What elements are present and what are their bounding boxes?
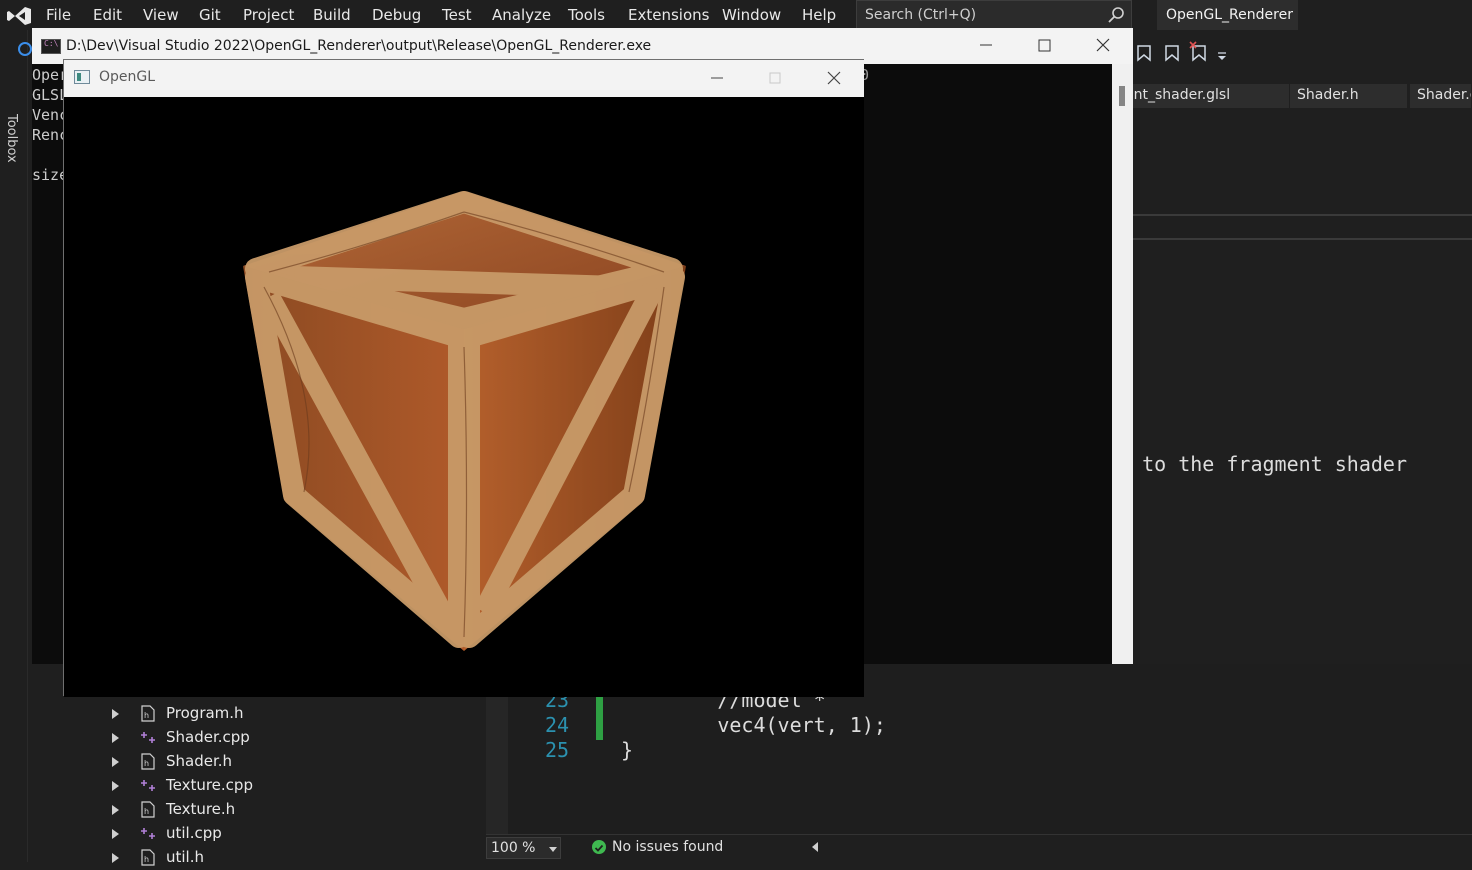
menu-item-view[interactable]: View — [143, 6, 179, 24]
render-viewport[interactable] — [64, 97, 864, 697]
tab-shader-cpp[interactable]: Shader.c — [1410, 84, 1472, 108]
search-icon[interactable] — [1107, 6, 1125, 24]
zoom-select[interactable]: 100 % — [486, 837, 561, 859]
bookmark-clear-icon[interactable] — [1189, 41, 1206, 62]
solution-item[interactable]: h Shader.h — [32, 750, 484, 774]
menu-item-build[interactable]: Build — [313, 6, 351, 24]
solution-item-label: util.h — [166, 848, 204, 866]
solution-item-label: util.cpp — [166, 824, 222, 842]
menu-item-edit[interactable]: Edit — [93, 6, 122, 24]
menu-bar: File Edit View Git Project Build Debug Test Anal… — [0, 0, 1472, 30]
solution-item[interactable]: h Texture.h — [32, 798, 484, 822]
window-app-icon — [74, 70, 90, 84]
menu-item-analyze[interactable]: Analyze — [492, 6, 551, 24]
cpp-file-icon — [140, 825, 156, 842]
expand-arrow-icon[interactable] — [112, 829, 119, 839]
console-app-icon: C:\ — [41, 39, 61, 54]
expand-arrow-icon[interactable] — [112, 709, 119, 719]
navigate-back-icon[interactable] — [18, 42, 32, 56]
console-title: D:\Dev\Visual Studio 2022\OpenGL_Rendere… — [66, 38, 652, 54]
menu-item-project[interactable]: Project — [243, 6, 294, 24]
solution-item[interactable]: util.cpp — [32, 822, 484, 846]
menu-item-test[interactable]: Test — [442, 6, 472, 24]
solution-item[interactable]: Shader.cpp — [32, 726, 484, 750]
solution-item-label: Texture.cpp — [166, 776, 253, 794]
tab-fragment-shader[interactable]: ent_shader.glsl — [1118, 84, 1290, 108]
menu-item-tools[interactable]: Tools — [568, 6, 605, 24]
code-line: } — [621, 738, 634, 762]
line-number: 24 — [545, 713, 570, 737]
menu-item-help[interactable]: Help — [802, 6, 836, 24]
solution-item-label: Program.h — [166, 704, 244, 722]
wooden-crate-render — [243, 191, 686, 651]
menu-item-debug[interactable]: Debug — [372, 6, 421, 24]
chevron-down-icon — [549, 847, 557, 852]
solution-item-label: Shader.h — [166, 752, 233, 770]
search-placeholder: Search (Ctrl+Q) — [865, 7, 977, 23]
line-number: 25 — [545, 738, 570, 762]
console-scrollbar[interactable] — [1112, 64, 1133, 664]
header-file-icon: h — [140, 849, 156, 866]
solution-item[interactable]: Texture.cpp — [32, 774, 484, 798]
search-input[interactable]: Search (Ctrl+Q) — [856, 0, 1132, 29]
cpp-file-icon — [140, 729, 156, 746]
header-file-icon: h — [140, 753, 156, 770]
toolbox-tab[interactable]: Toolbox — [4, 114, 19, 163]
close-button[interactable] — [1073, 28, 1131, 64]
opengl-window-title: OpenGL — [99, 69, 156, 85]
expand-arrow-icon[interactable] — [112, 733, 119, 743]
menu-item-file[interactable]: File — [46, 6, 71, 24]
issues-status[interactable]: No issues found — [612, 839, 723, 855]
svg-text:h: h — [144, 711, 149, 720]
check-circle-icon — [592, 840, 606, 854]
expand-arrow-icon[interactable] — [112, 757, 119, 767]
code-fragment: h to the fragment shader — [1118, 452, 1407, 476]
more-options-icon[interactable] — [1218, 52, 1226, 60]
expand-arrow-icon[interactable] — [112, 781, 119, 791]
maximize-button[interactable] — [1015, 28, 1073, 64]
solution-name: OpenGL_Renderer — [1166, 7, 1293, 23]
header-file-icon: h — [140, 705, 156, 722]
menu-item-extensions[interactable]: Extensions — [628, 6, 709, 24]
solution-item-label: Shader.cpp — [166, 728, 250, 746]
minimize-button[interactable] — [688, 60, 746, 96]
editor-right-pane — [1133, 108, 1472, 664]
change-indicator — [596, 690, 603, 740]
bookmark-toolbar — [1137, 41, 1226, 62]
tab-shader-h[interactable]: Shader.h — [1290, 84, 1408, 108]
divider — [1133, 214, 1472, 216]
solution-item[interactable]: h Program.h — [32, 702, 484, 726]
scrollbar-thumb[interactable] — [1119, 86, 1125, 106]
svg-text:h: h — [144, 807, 149, 816]
minimize-button[interactable] — [957, 28, 1015, 64]
menu-item-window[interactable]: Window — [722, 6, 781, 24]
bookmark-prev-icon[interactable] — [1137, 45, 1151, 62]
maximize-button — [769, 72, 781, 84]
visual-studio-logo-icon[interactable] — [6, 4, 32, 28]
toolbox-strip: Toolbox — [0, 30, 28, 862]
cpp-file-icon — [140, 777, 156, 794]
solution-name-badge[interactable]: OpenGL_Renderer — [1157, 0, 1298, 30]
zoom-value: 100 % — [491, 840, 536, 856]
solution-item-label: Texture.h — [166, 800, 236, 818]
bookmark-next-icon[interactable] — [1165, 45, 1179, 62]
close-button[interactable] — [804, 60, 862, 96]
solution-item[interactable]: h util.h — [32, 846, 484, 870]
opengl-titlebar[interactable]: OpenGL — [64, 60, 864, 97]
expand-arrow-icon[interactable] — [112, 805, 119, 815]
divider — [1133, 238, 1472, 240]
scroll-left-icon[interactable] — [812, 842, 818, 852]
svg-text:h: h — [144, 855, 149, 864]
svg-text:h: h — [144, 759, 149, 768]
code-line: vec4(vert, 1); — [621, 713, 886, 737]
header-file-icon: h — [140, 801, 156, 818]
opengl-window: OpenGL — [63, 59, 864, 697]
editor-status-bar: 100 % No issues found — [486, 834, 1472, 863]
menu-item-git[interactable]: Git — [199, 6, 221, 24]
editor-tab-strip: ent_shader.glsl Shader.h Shader.c — [1118, 84, 1472, 108]
